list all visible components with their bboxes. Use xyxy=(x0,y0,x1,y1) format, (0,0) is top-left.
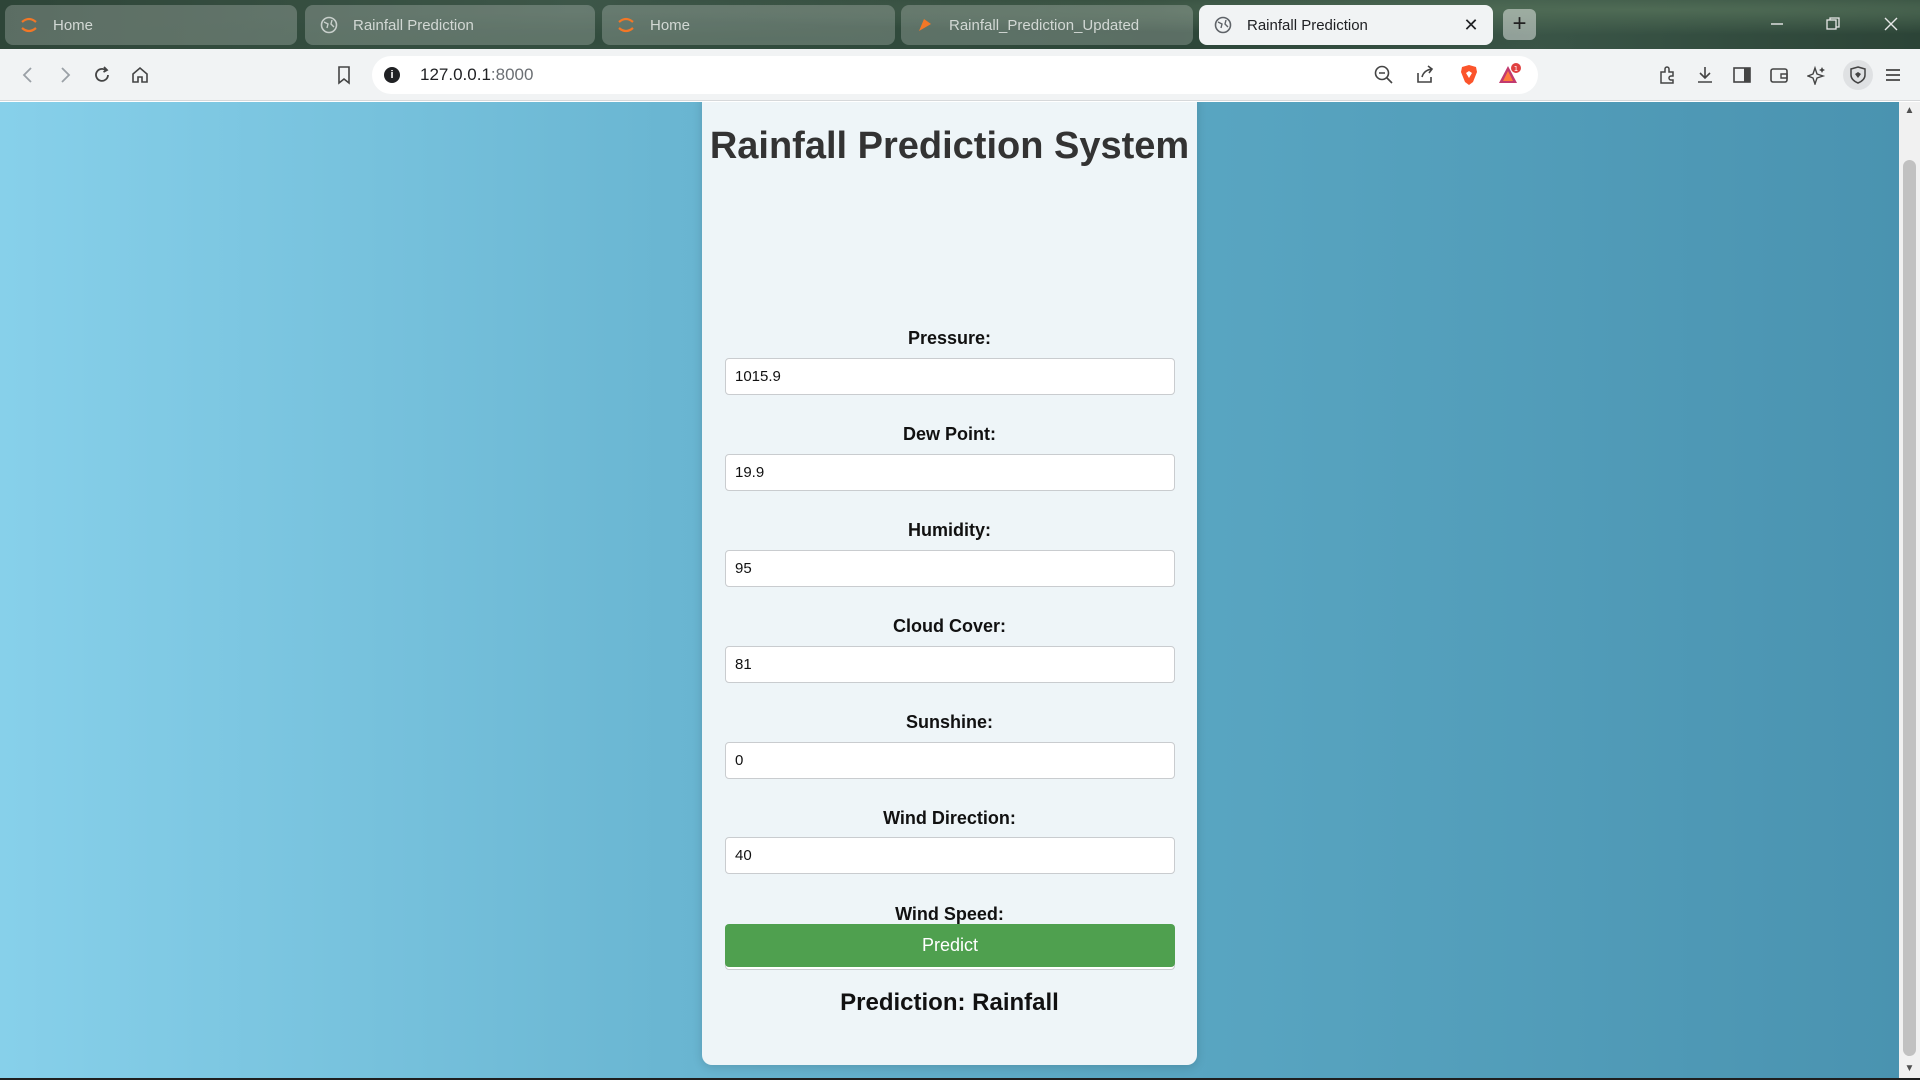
cloud-cover-label: Cloud Cover: xyxy=(892,616,1006,636)
jupyter-notebook-icon xyxy=(915,15,935,35)
address-url: 127.0.0.1:8000 xyxy=(420,65,534,84)
tab-home-2[interactable]: Home xyxy=(602,5,895,45)
download-icon[interactable] xyxy=(1692,62,1718,88)
share-icon[interactable] xyxy=(1412,62,1438,88)
pressure-input[interactable] xyxy=(725,358,1175,395)
scroll-up-icon[interactable]: ▲ xyxy=(1899,102,1920,120)
humidity-input[interactable] xyxy=(725,550,1175,587)
cloud-cover-input[interactable] xyxy=(725,646,1175,683)
tab-rainfall-prediction-1[interactable]: Rainfall Prediction xyxy=(305,5,595,45)
reload-icon[interactable] xyxy=(89,62,115,88)
zoom-out-icon[interactable] xyxy=(1371,62,1397,88)
scroll-down-icon[interactable]: ▼ xyxy=(1899,1060,1920,1078)
tab-home-1[interactable]: Home xyxy=(5,5,297,45)
humidity-label: Humidity: xyxy=(908,520,991,540)
wallet-icon[interactable] xyxy=(1766,62,1792,88)
sunshine-input[interactable] xyxy=(725,742,1175,779)
tab-title: Home xyxy=(53,16,94,34)
tab-notebook[interactable]: Rainfall_Prediction_Updated xyxy=(901,5,1193,45)
extensions-icon[interactable] xyxy=(1654,62,1680,88)
vpn-shield-icon[interactable] xyxy=(1843,60,1873,90)
leo-ai-icon[interactable] xyxy=(1804,62,1830,88)
page-title: Rainfall Prediction System xyxy=(709,125,1190,167)
pressure-label: Pressure: xyxy=(907,328,992,348)
dew-point-input[interactable] xyxy=(725,454,1175,491)
scroll-thumb[interactable] xyxy=(1903,160,1916,1056)
browser-toolbar: i 127.0.0.1:8000 1 xyxy=(0,49,1920,101)
forward-icon[interactable] xyxy=(52,62,78,88)
tab-title: Rainfall_Prediction_Updated xyxy=(949,16,1140,34)
new-tab-button[interactable]: + xyxy=(1503,9,1536,40)
wind-direction-label: Wind Direction: xyxy=(883,808,1016,828)
brave-rewards-icon[interactable]: 1 xyxy=(1496,62,1522,88)
site-info-icon[interactable]: i xyxy=(384,67,400,83)
prediction-form-card: Rainfall Prediction System Pressure: Dew… xyxy=(702,102,1197,1065)
tab-rainfall-prediction-active[interactable]: Rainfall Prediction ✕ xyxy=(1199,5,1493,45)
page-scrollbar[interactable]: ▲ ▼ xyxy=(1899,102,1920,1078)
minimize-icon[interactable] xyxy=(1762,10,1792,40)
predict-button[interactable]: Predict xyxy=(725,924,1175,967)
globe-icon xyxy=(319,15,339,35)
sunshine-label: Sunshine: xyxy=(905,712,993,732)
tab-title: Rainfall Prediction xyxy=(353,16,474,34)
brave-shields-icon[interactable] xyxy=(1456,62,1482,88)
tab-title: Rainfall Prediction xyxy=(1247,16,1368,34)
restore-icon[interactable] xyxy=(1818,10,1848,40)
svg-text:1: 1 xyxy=(1514,65,1518,73)
tab-title: Home xyxy=(650,16,691,34)
menu-icon[interactable] xyxy=(1880,62,1906,88)
wind-speed-label: Wind Speed: xyxy=(895,904,1004,924)
bookmark-icon[interactable] xyxy=(331,62,357,88)
jupyter-icon xyxy=(19,15,39,35)
tab-strip: Home Rainfall Prediction Home Rainfall_P… xyxy=(0,0,1920,49)
close-tab-icon[interactable]: ✕ xyxy=(1461,15,1481,35)
home-icon[interactable] xyxy=(127,62,153,88)
globe-icon xyxy=(1213,15,1233,35)
close-window-icon[interactable] xyxy=(1876,10,1906,40)
wind-direction-input[interactable] xyxy=(725,837,1175,874)
address-bar[interactable]: i 127.0.0.1:8000 1 xyxy=(372,56,1538,94)
jupyter-icon xyxy=(616,15,636,35)
sidebar-icon[interactable] xyxy=(1729,62,1755,88)
back-icon[interactable] xyxy=(15,62,41,88)
dew-point-label: Dew Point: xyxy=(903,424,996,444)
